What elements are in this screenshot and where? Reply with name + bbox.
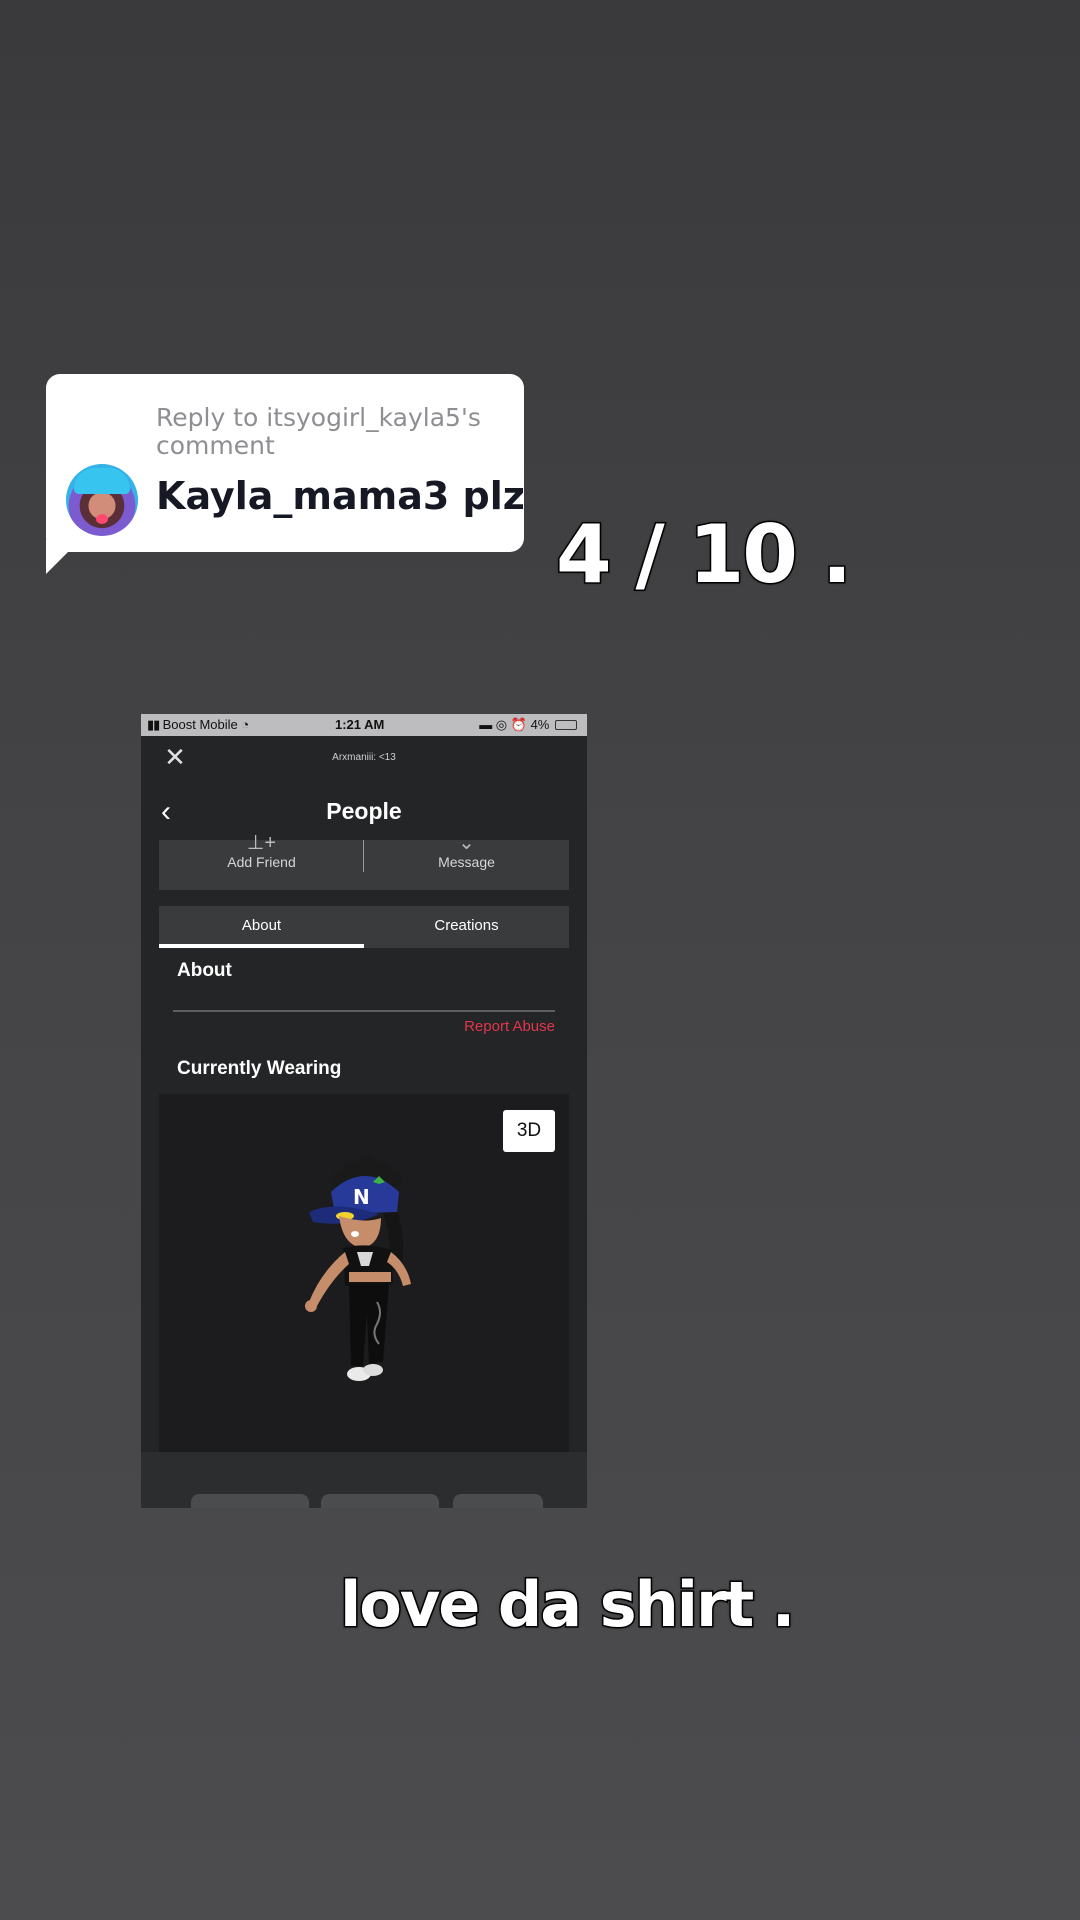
status-indicators: ▬ ◎ ⏰ 4% xyxy=(479,717,577,733)
add-friend-button[interactable]: ⊥+ Add Friend xyxy=(159,832,364,890)
phone-screenshot: ▮▮ Boost Mobile ◔ 1:21 AM ▬ ◎ ⏰ 4% ✕ Arx… xyxy=(141,714,587,1508)
add-friend-label: Add Friend xyxy=(227,854,296,870)
about-divider xyxy=(173,1010,555,1012)
about-heading: About xyxy=(177,960,232,981)
profile-actions: ⊥+ Add Friend ⌄ Message xyxy=(159,832,569,890)
wearing-item-thumb[interactable] xyxy=(321,1494,439,1508)
page-title: People xyxy=(326,798,402,824)
battery-icon xyxy=(555,720,577,730)
status-bar: ▮▮ Boost Mobile ◔ 1:21 AM ▬ ◎ ⏰ 4% xyxy=(141,714,587,736)
tab-about[interactable]: About xyxy=(159,906,364,948)
svg-text:N: N xyxy=(353,1185,370,1209)
rating-overlay-text: 4 / 10 . xyxy=(554,507,853,603)
status-carrier: ▮▮ Boost Mobile ◔ xyxy=(147,717,249,733)
wearing-item-thumb[interactable] xyxy=(191,1494,309,1508)
reply-header: Reply to itsyogirl_kayla5's comment xyxy=(156,403,481,460)
wearing-item-thumb[interactable] xyxy=(453,1494,543,1508)
message-chevron-icon: ⌄ xyxy=(458,832,475,854)
caption-overlay-text: love da shirt . xyxy=(338,1567,796,1643)
reply-comment-text: Kayla_mama3 plz xyxy=(156,474,525,518)
reply-bubble-tail xyxy=(46,540,80,574)
modal-header: ✕ Arxmaniii: <13 xyxy=(141,738,587,778)
report-abuse-link[interactable]: Report Abuse xyxy=(464,1018,555,1035)
add-friend-icon: ⊥+ xyxy=(246,832,277,854)
tab-creations[interactable]: Creations xyxy=(364,906,569,948)
status-time: 1:21 AM xyxy=(335,717,385,732)
commenter-avatar xyxy=(66,464,138,536)
signal-icon: ▮▮ xyxy=(147,717,160,732)
avatar-viewer[interactable]: 3D N xyxy=(159,1094,569,1452)
wifi-icon: ◔ xyxy=(241,717,250,732)
reply-bubble: Reply to itsyogirl_kayla5's comment Kayl… xyxy=(46,374,525,552)
outfit-thumbnails xyxy=(141,1452,587,1508)
message-button[interactable]: ⌄ Message xyxy=(364,832,569,890)
profile-tabs: About Creations xyxy=(159,906,569,948)
message-label: Message xyxy=(438,854,495,870)
avatar-figure: N xyxy=(305,1156,411,1381)
view-3d-button[interactable]: 3D xyxy=(503,1110,555,1152)
modal-subtitle: Arxmaniii: <13 xyxy=(332,752,396,763)
status-icons: ▬ ◎ ⏰ xyxy=(479,717,527,732)
currently-wearing-heading: Currently Wearing xyxy=(177,1058,342,1079)
battery-percent: 4% xyxy=(530,717,550,732)
carrier-label: Boost Mobile xyxy=(162,717,238,732)
